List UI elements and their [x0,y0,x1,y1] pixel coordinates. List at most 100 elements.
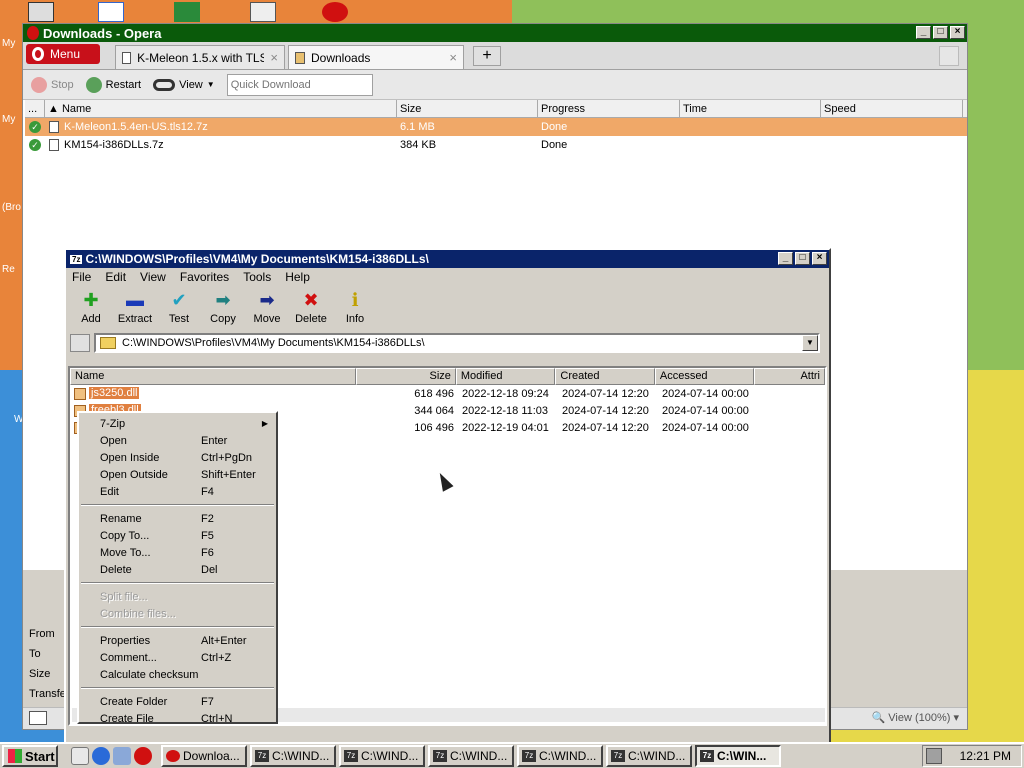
context-menu-item[interactable]: Open Outside Shift+Enter [81,466,274,483]
context-menu-item[interactable]: Edit F4 [81,483,274,500]
col-created[interactable]: Created [555,368,655,385]
download-row[interactable]: ✓ KM154-i386DLLs.7z 384 KB Done [25,136,967,154]
context-menu-item[interactable]: Calculate checksum [81,666,274,683]
col-size[interactable]: Size [397,100,538,117]
task-label: C:\WIND... [272,749,330,763]
maximize-button[interactable]: □ [795,252,810,265]
context-menu-item[interactable]: Properties Alt+Enter [81,632,274,649]
tab-downloads[interactable]: Downloads × [288,45,464,69]
test-label: Test [168,313,190,325]
file-row[interactable]: js3250.dll 618 496 2022-12-18 09:24 2024… [70,385,825,402]
taskbar-task[interactable]: 7z C:\WIN... [695,745,781,767]
col-name[interactable]: ▲ Name [45,100,397,117]
context-menu-item[interactable]: Comment... Ctrl+Z [81,649,274,666]
copy-label: Copy [210,313,236,325]
dropdown-arrow-icon[interactable]: ▼ [802,335,818,351]
menu-favorites[interactable]: Favorites [180,270,229,284]
context-menu-item[interactable]: Open Inside Ctrl+PgDn [81,449,274,466]
close-tab-icon[interactable]: × [449,50,457,65]
add-button[interactable]: ✚ Add [70,286,112,330]
info-button[interactable]: ℹ Info [334,286,376,330]
col-speed[interactable]: Speed [821,100,963,117]
file-size: 106 496 [414,421,454,434]
stop-button[interactable]: Stop [31,76,74,93]
opera-titlebar[interactable]: Downloads - Opera _ □ × [23,24,967,42]
close-button[interactable]: × [812,252,827,265]
col-time[interactable]: Time [680,100,821,117]
start-label: Start [25,748,55,764]
maximize-button[interactable]: □ [933,26,948,39]
minimize-button[interactable]: _ [778,252,793,265]
start-button[interactable]: Start [2,745,58,767]
clock[interactable]: 12:21 PM [960,749,1011,763]
col-progress[interactable]: Progress [538,100,680,117]
copy-button[interactable]: ➡ Copy [202,286,244,330]
context-menu-item[interactable]: 7-Zip ▶ [81,415,274,432]
taskbar-task[interactable]: 7z C:\WIND... [339,745,425,767]
opera-menu-button[interactable]: Menu [26,44,100,64]
context-menu-item[interactable]: Rename F2 [81,510,274,527]
trash-icon[interactable] [939,46,959,66]
taskbar-task[interactable]: 7z C:\WIND... [250,745,336,767]
folder-up-button[interactable] [70,334,90,352]
network-icon[interactable] [925,748,942,764]
desktop-icon-opera[interactable] [322,2,348,22]
extract-button[interactable]: ▬ Extract [114,286,156,330]
desktop-icon-excel[interactable] [174,2,200,22]
minimize-button[interactable]: _ [916,26,931,39]
outlook-icon[interactable] [113,747,131,765]
menu-view[interactable]: View [140,270,166,284]
delete-button[interactable]: ✖ Delete [290,286,332,330]
taskbar-task[interactable]: 7z C:\WIND... [517,745,603,767]
close-tab-icon[interactable]: × [270,50,278,65]
desktop-icon-clock[interactable] [250,2,276,22]
desktop-label[interactable]: My [2,38,15,49]
context-menu-item[interactable]: Create File Ctrl+N [81,710,274,727]
downloads-icon [295,51,305,64]
context-menu-item[interactable]: Move To... F6 [81,544,274,561]
context-menu-item[interactable]: Copy To... F5 [81,527,274,544]
download-row[interactable]: ✓ K-Meleon1.5.4en-US.tls12.7z 6.1 MB Don… [25,118,967,136]
download-size: 6.1 MB [400,121,435,133]
desktop-icon-mail[interactable] [98,2,124,22]
col-modified[interactable]: Modified [455,368,556,385]
address-combo[interactable]: C:\WINDOWS\Profiles\VM4\My Documents\KM1… [94,333,820,353]
quick-download-input[interactable] [226,73,373,96]
zoom-button[interactable]: 🔍 View (100%) ▾ [871,711,959,724]
delete-label: Delete [295,313,327,325]
download-progress: Done [541,121,568,133]
show-desktop-icon[interactable] [71,747,89,765]
menu-help[interactable]: Help [285,270,310,284]
view-button[interactable]: View ▼ [153,78,215,91]
col-name[interactable]: Name [70,368,357,385]
test-button[interactable]: ✔ Test [158,286,200,330]
taskbar-task[interactable]: 7z C:\WIND... [606,745,692,767]
opera-icon[interactable] [134,747,152,765]
desktop-label[interactable]: Re [2,264,15,275]
restart-button[interactable]: Restart [85,76,141,93]
desktop-icon-computer[interactable] [28,2,54,22]
file-modified: 2022-12-18 11:03 [462,404,549,417]
col-size[interactable]: Size [356,368,456,385]
menu-tools[interactable]: Tools [243,270,271,284]
7zip-titlebar[interactable]: 7z C:\WINDOWS\Profiles\VM4\My Documents\… [66,250,829,268]
context-menu-item[interactable]: Delete Del [81,561,274,578]
desktop-label[interactable]: (Bro [2,202,21,213]
menu-file[interactable]: File [72,270,91,284]
tab-kmeleon[interactable]: K-Meleon 1.5.x with TLS ... × [115,45,285,69]
desktop-label[interactable]: My [2,114,15,125]
menu-edit[interactable]: Edit [105,270,126,284]
context-menu-item[interactable]: Open Enter [81,432,274,449]
close-button[interactable]: × [950,26,965,39]
move-button[interactable]: ➡ Move [246,286,288,330]
taskbar-task[interactable]: 7z C:\WIND... [428,745,514,767]
col-menu[interactable]: ... [25,100,45,117]
panel-toggle-icon[interactable] [29,711,47,725]
col-accessed[interactable]: Accessed [654,368,755,385]
col-attributes[interactable]: Attri [754,368,825,385]
new-tab-button[interactable]: + [473,46,501,66]
context-menu-item[interactable]: Create Folder F7 [81,693,274,710]
taskbar-task[interactable]: Downloa... [161,745,247,767]
7zip-icon: 7z [433,750,447,762]
internet-explorer-icon[interactable] [92,747,110,765]
